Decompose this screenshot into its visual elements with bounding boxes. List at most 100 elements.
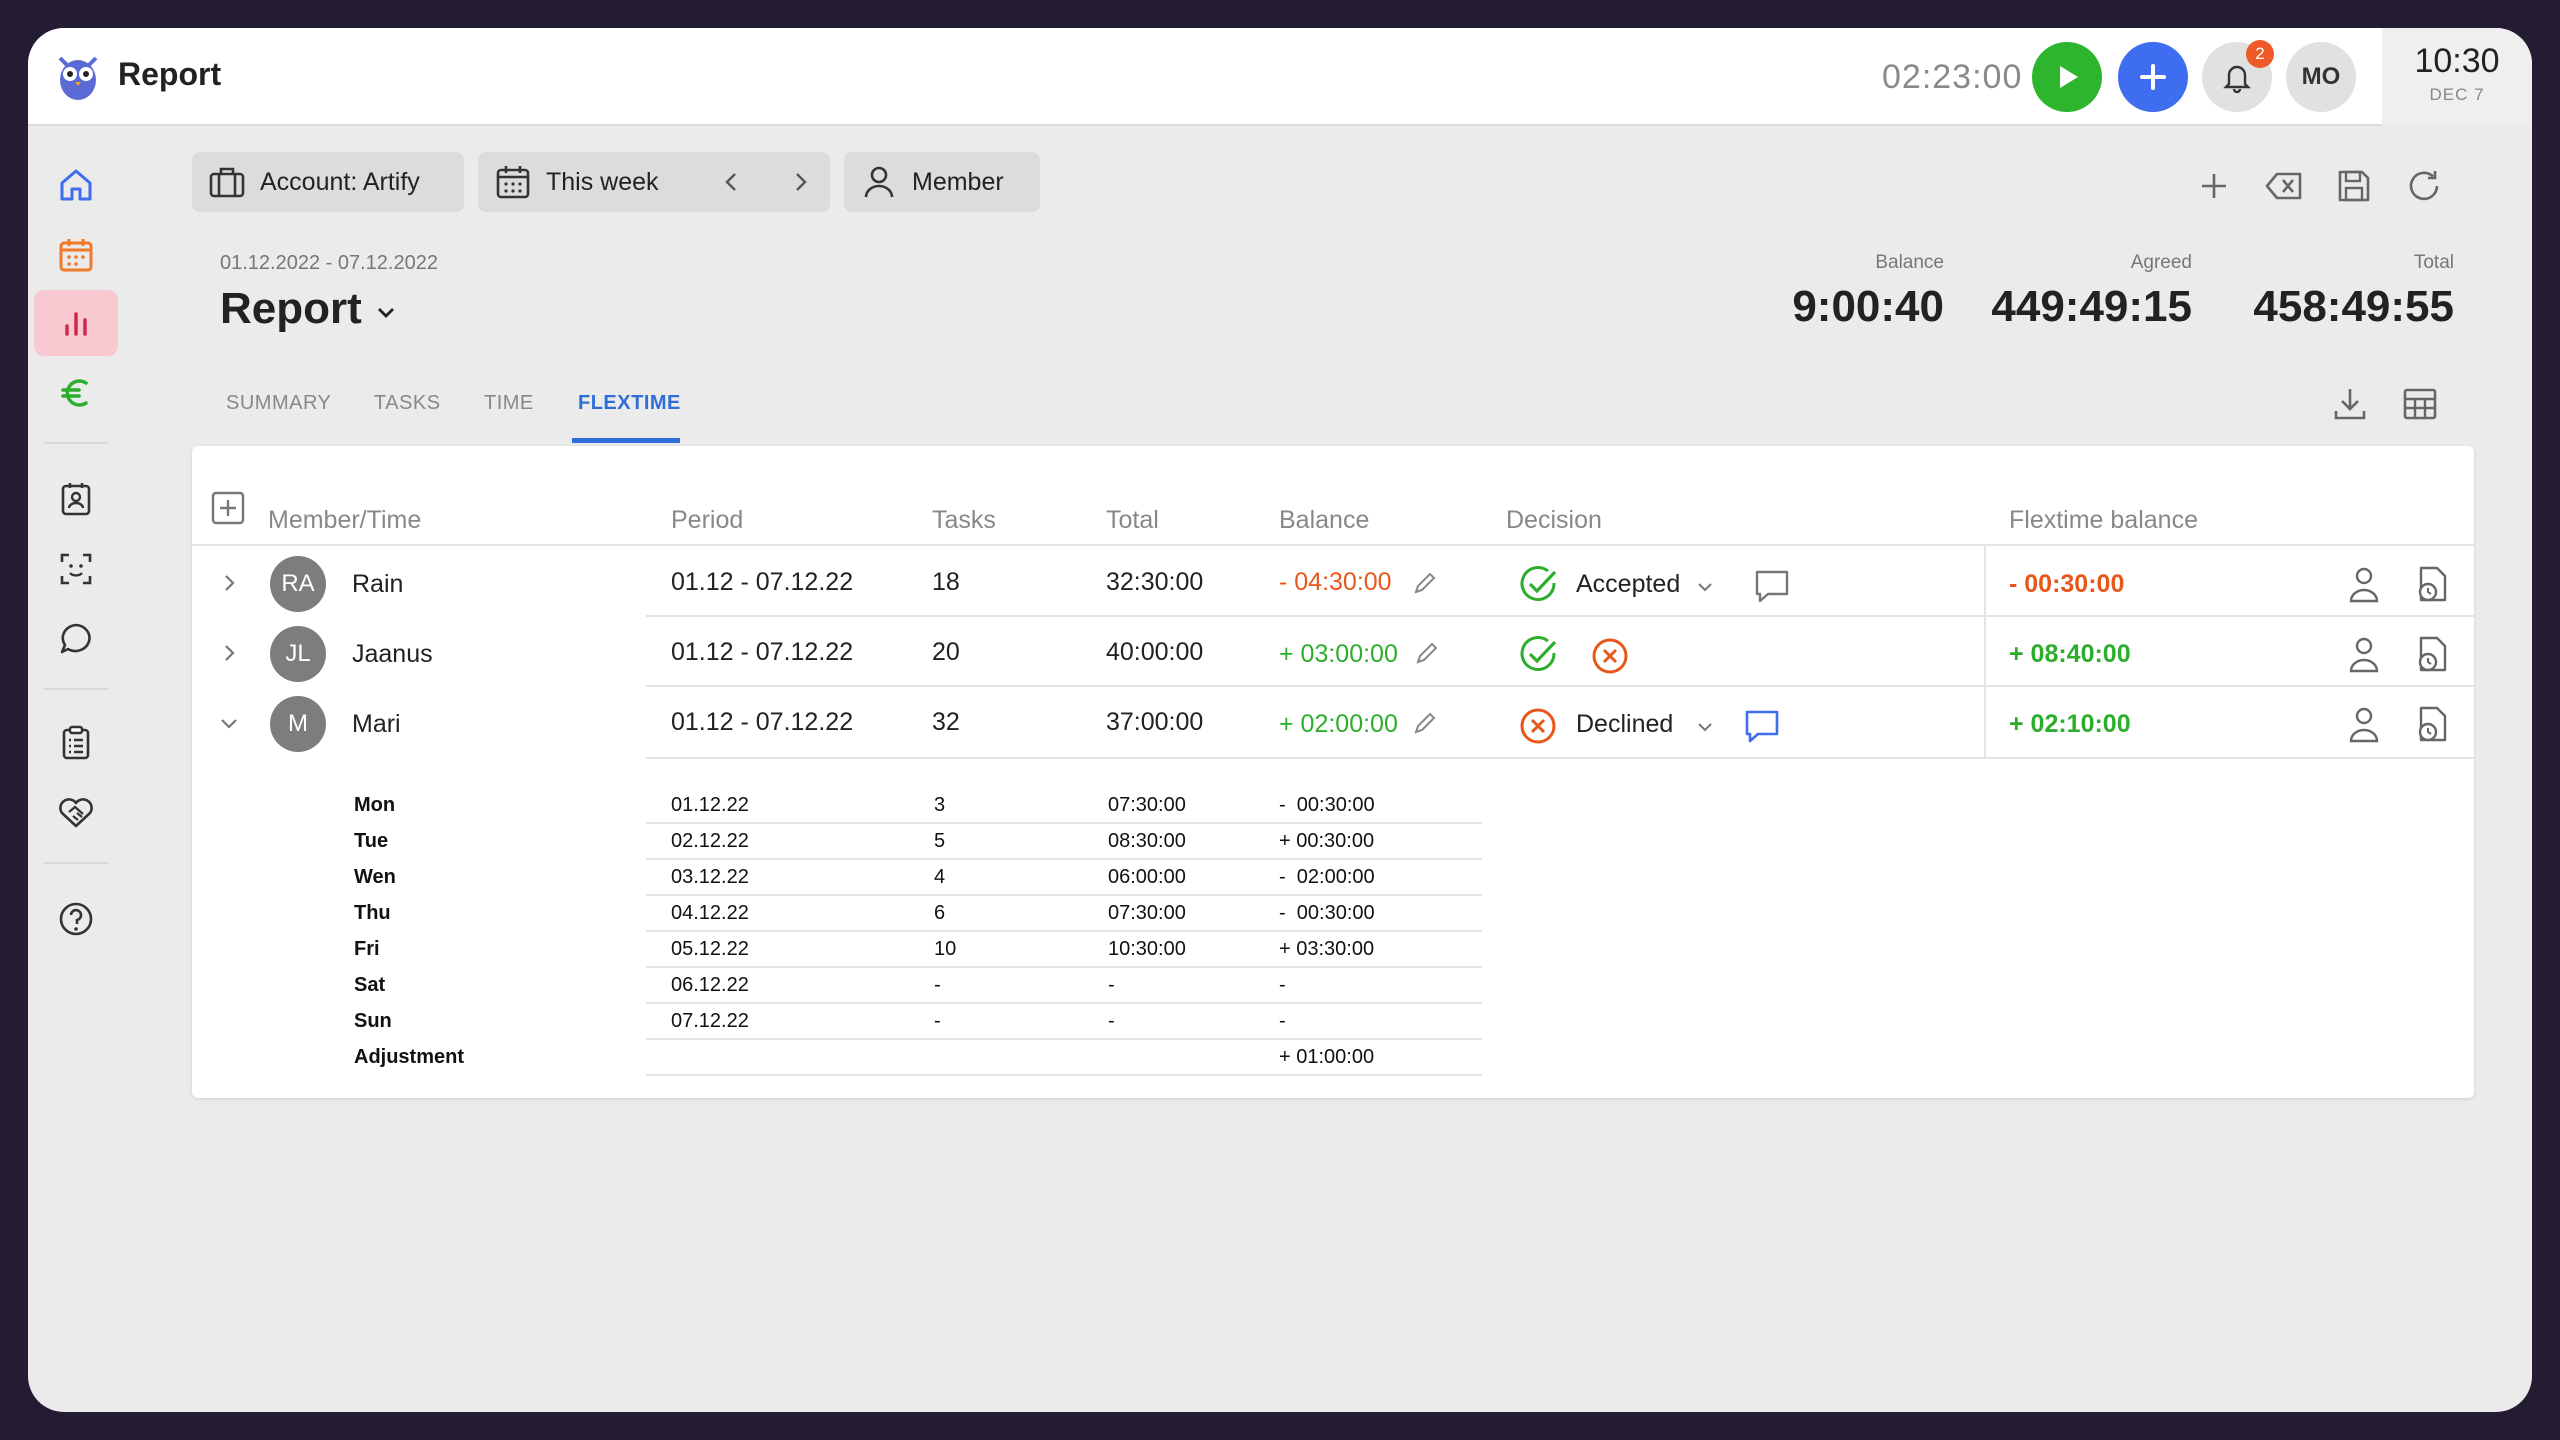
expand-row-button[interactable] (214, 568, 244, 598)
decline-button[interactable] (1518, 706, 1558, 746)
sidebar-item-tasks[interactable] (34, 710, 118, 776)
decision-select[interactable]: Accepted (1576, 570, 1680, 599)
period-cell: 01.12 - 07.12.22 (671, 568, 854, 596)
day-tasks: 5 (934, 830, 946, 852)
add-button[interactable] (2192, 164, 2236, 208)
sidebar-item-contacts[interactable] (34, 466, 118, 532)
sidebar-item-chat[interactable] (34, 606, 118, 672)
member-name[interactable]: Mari (352, 710, 401, 739)
period-filter[interactable]: This week (478, 152, 830, 212)
chevron-down-icon[interactable] (1694, 716, 1716, 738)
chevron-down-icon[interactable] (374, 300, 398, 324)
adjustment-label: Adjustment (354, 1046, 464, 1068)
comment-button[interactable] (1740, 704, 1784, 748)
member-name[interactable]: Rain (352, 570, 403, 599)
member-name[interactable]: Jaanus (352, 640, 433, 669)
decision-select[interactable]: Declined (1576, 710, 1673, 739)
tab-tasks[interactable]: TASKS (374, 392, 441, 415)
day-balance: - 02:00:00 (1279, 866, 1375, 888)
tasks-cell: 20 (932, 638, 960, 666)
expand-all-button[interactable] (210, 490, 246, 526)
column-header-flextime[interactable]: Flextime balance (2009, 506, 2198, 535)
flextime-balance-cell: - 00:30:00 (2009, 570, 2125, 598)
save-icon (2338, 170, 2370, 202)
column-header-total[interactable]: Total (1106, 506, 1159, 535)
view-member-button[interactable] (2342, 632, 2386, 676)
tab-flextime[interactable]: FLEXTIME (578, 392, 681, 415)
day-divider (646, 966, 1482, 968)
collapse-row-button[interactable] (214, 708, 244, 738)
download-button[interactable] (2328, 382, 2372, 426)
tab-time[interactable]: TIME (484, 392, 534, 415)
accept-button[interactable] (1518, 634, 1560, 676)
column-header-decision[interactable]: Decision (1506, 506, 1602, 535)
sidebar-item-reports[interactable] (34, 290, 118, 356)
add-entry-button[interactable] (2118, 42, 2188, 112)
next-period-button[interactable] (782, 164, 818, 200)
day-label: Mon (354, 794, 396, 816)
timesheet-button[interactable] (2410, 702, 2454, 746)
sidebar-item-partners[interactable] (34, 780, 118, 846)
day-tasks: - (934, 974, 941, 996)
view-member-button[interactable] (2342, 562, 2386, 606)
tab-summary[interactable]: SUMMARY (226, 392, 331, 415)
timesheet-button[interactable] (2410, 562, 2454, 606)
clear-icon (2265, 172, 2302, 200)
member-filter[interactable]: Member (844, 152, 1040, 212)
view-member-button[interactable] (2342, 702, 2386, 746)
calendar-icon (59, 239, 93, 272)
day-total: - (1108, 974, 1115, 996)
clear-button[interactable] (2262, 164, 2306, 208)
user-avatar[interactable]: MO (2286, 42, 2356, 112)
column-header-tasks[interactable]: Tasks (932, 506, 996, 535)
account-filter[interactable]: Account: Artify (192, 152, 464, 212)
edit-balance-button[interactable] (1408, 706, 1442, 740)
edit-balance-button[interactable] (1408, 566, 1442, 600)
person-icon (2349, 567, 2379, 603)
day-divider (646, 1038, 1482, 1040)
balance-cell: + 03:00:00 (1279, 640, 1398, 668)
edit-balance-button[interactable] (1410, 636, 1444, 670)
adjustment-balance: + 01:00:00 (1279, 1046, 1375, 1068)
decline-button[interactable] (1590, 636, 1630, 676)
sidebar-item-finance[interactable] (34, 360, 118, 426)
column-header-balance[interactable]: Balance (1279, 506, 1369, 535)
accept-button[interactable] (1518, 564, 1560, 606)
row-divider (646, 757, 2474, 759)
day-tasks: 6 (934, 902, 946, 924)
comment-button[interactable] (1750, 564, 1794, 608)
stat-total: Total 458:49:55 (2214, 252, 2454, 332)
sidebar-item-calendar[interactable] (34, 222, 118, 288)
report-title[interactable]: Report (220, 284, 362, 334)
day-label: Tue (354, 830, 389, 852)
stat-agreed-label: Agreed (2130, 252, 2192, 273)
sidebar-item-face-scan[interactable] (34, 536, 118, 602)
chevron-down-icon[interactable] (1694, 576, 1716, 598)
save-button[interactable] (2332, 164, 2376, 208)
chart-icon (65, 312, 87, 336)
euro-icon (61, 379, 88, 407)
expand-row-button[interactable] (214, 638, 244, 668)
avatar: RA (270, 556, 326, 612)
grid-view-button[interactable] (2398, 382, 2442, 426)
sidebar (28, 126, 128, 1412)
person-icon (864, 166, 894, 198)
play-button[interactable] (2032, 42, 2102, 112)
tasks-cell: 32 (932, 708, 960, 736)
stat-balance-value: 9:00:40 (1792, 282, 1944, 331)
column-header-member[interactable]: Member/Time (268, 506, 421, 535)
day-balance: + 03:30:00 (1279, 938, 1375, 960)
column-header-period[interactable]: Period (671, 506, 743, 535)
sidebar-item-help[interactable] (34, 886, 118, 952)
timesheet-button[interactable] (2410, 632, 2454, 676)
day-total: 06:00:00 (1108, 866, 1186, 888)
sidebar-item-home[interactable] (34, 152, 118, 218)
handshake-icon (59, 798, 93, 828)
day-label: Fri (354, 938, 380, 960)
total-cell: 40:00:00 (1106, 638, 1204, 666)
person-icon (2349, 637, 2379, 673)
previous-period-button[interactable] (714, 164, 750, 200)
play-icon (2060, 66, 2078, 88)
refresh-button[interactable] (2402, 164, 2446, 208)
owl-logo[interactable] (50, 48, 106, 104)
